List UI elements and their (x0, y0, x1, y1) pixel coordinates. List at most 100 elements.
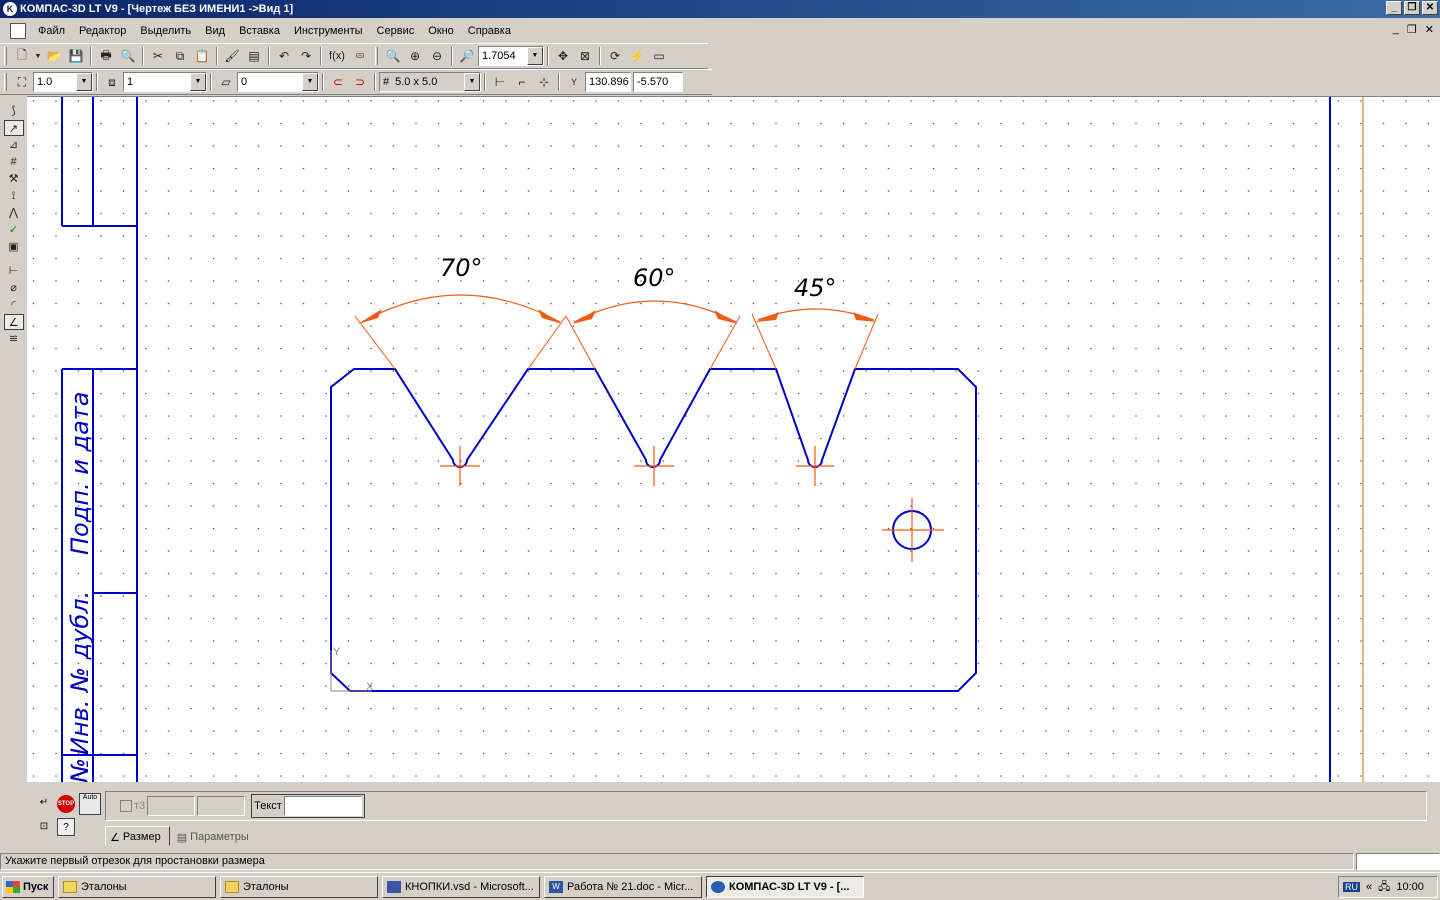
function-icon[interactable]: f(x) (326, 46, 348, 66)
start-button[interactable]: Пуск (2, 875, 54, 898)
stop-icon[interactable]: STOP (57, 795, 75, 813)
tab-dimension[interactable]: ∠ Размер (105, 826, 170, 846)
close-button[interactable]: ✕ (1422, 1, 1438, 15)
menu-edit[interactable]: Редактор (73, 25, 134, 37)
paste-icon[interactable]: 📋 (192, 46, 212, 66)
parametrization-tool-icon[interactable]: ⚒ (4, 171, 24, 187)
toolbar-grip[interactable] (4, 47, 7, 65)
chevron-down-icon[interactable]: ▼ (527, 47, 543, 65)
task-kompas[interactable]: КОМПАС-3D LT V9 - [... (706, 875, 864, 898)
menu-view[interactable]: Вид (199, 25, 233, 37)
coord-y-field[interactable]: -5.570 (633, 72, 683, 92)
view-icon[interactable]: ⧈ (102, 72, 122, 92)
line-style-combo[interactable]: 1.0 ▼ (33, 72, 93, 92)
chevron-down-icon[interactable]: ▼ (302, 73, 318, 91)
tab-parameters[interactable]: ▤ Параметры (172, 826, 258, 846)
ortho-icon[interactable]: ⌐ (512, 72, 532, 92)
angle-label-60[interactable]: 60° (633, 264, 676, 292)
geometry-tool-icon[interactable]: ⟆ (4, 103, 24, 119)
angle-label-45[interactable]: 45° (794, 274, 837, 302)
pan-icon[interactable]: ✥ (553, 46, 573, 66)
fit-all-icon[interactable]: ⊠ (575, 46, 595, 66)
restore-button[interactable]: ❐ (1404, 1, 1420, 15)
zoom-combo[interactable]: 1.7054 ▼ (478, 46, 544, 66)
language-indicator[interactable]: RU (1343, 882, 1360, 892)
menu-window[interactable]: Окно (422, 25, 462, 37)
enter-icon[interactable]: ↵ (35, 794, 53, 812)
help-icon[interactable]: ? (57, 818, 75, 836)
tray-chevron-icon[interactable]: « (1366, 881, 1372, 893)
mdi-restore-button[interactable]: ❐ (1407, 23, 1417, 36)
parametric-icon[interactable]: ⊹ (534, 72, 554, 92)
copy-icon[interactable]: ⧉ (170, 46, 190, 66)
zoom-in-icon[interactable]: 🔍 (383, 46, 403, 66)
text-input[interactable] (283, 796, 362, 816)
designations-tool-icon[interactable]: ⊿ (4, 137, 24, 153)
chevron-down-icon[interactable]: ▼ (76, 73, 92, 91)
mdi-close-button[interactable]: ✕ (1425, 23, 1434, 36)
dropdown-arrow-icon[interactable]: ▼ (34, 46, 42, 66)
zoom-scale-icon[interactable]: 🔎 (457, 46, 477, 66)
kompas-app-icon[interactable]: K (3, 2, 17, 16)
arc-length-dimension-icon[interactable]: ≌ (4, 331, 24, 347)
view-combo[interactable]: 1 ▼ (123, 72, 207, 92)
new-document-icon[interactable]: 🗋 (12, 46, 32, 66)
menu-select[interactable]: Выделить (134, 25, 199, 37)
menu-help[interactable]: Справка (462, 25, 519, 37)
radial-dimension-icon[interactable]: ◜ (4, 297, 24, 313)
help-pointer-icon[interactable]: ⮹ (350, 46, 370, 66)
minimize-button[interactable]: _ (1386, 1, 1402, 15)
select-tool-icon[interactable]: ⋀ (4, 205, 24, 221)
network-icon[interactable]: 🖧 (1378, 878, 1390, 897)
cut-icon[interactable]: ✂ (148, 46, 168, 66)
line-style-icon[interactable]: ⛶ (12, 72, 32, 92)
drawing-canvas[interactable]: Подп. и дата Инв. № дубл. № 70° 60° 45° … (27, 96, 1440, 782)
display-icon[interactable]: ▭ (649, 46, 669, 66)
editing-tool-icon[interactable]: # (4, 154, 24, 170)
measure-tool-icon[interactable]: ⟟ (4, 188, 24, 204)
dimensions-tool-icon[interactable]: ↗ (3, 119, 24, 136)
save-icon[interactable]: 💾 (66, 46, 86, 66)
chevron-down-icon[interactable]: ▼ (464, 73, 480, 91)
open-folder-icon[interactable]: 📂 (44, 46, 64, 66)
regenerate-icon[interactable]: ⚡ (627, 46, 647, 66)
toolbar-grip[interactable] (375, 47, 378, 65)
print-preview-icon[interactable]: 🔍 (118, 46, 138, 66)
linear-dimension-icon[interactable]: ⊢ (4, 263, 24, 279)
grid-combo[interactable]: # 5.0 x 5.0 ▼ (379, 72, 481, 92)
coord-x-field[interactable]: 130.896 (585, 72, 631, 92)
angular-dimension-icon[interactable]: ∠ (3, 314, 24, 330)
document-icon[interactable] (10, 22, 26, 39)
format-painter-icon[interactable]: 🖌 (222, 46, 242, 66)
redraw-icon[interactable]: ⟳ (605, 46, 625, 66)
menu-insert[interactable]: Вставка (233, 25, 288, 37)
mdi-minimize-button[interactable]: _ (1393, 23, 1399, 36)
undo-icon[interactable]: ↶ (274, 46, 294, 66)
snap-settings-icon[interactable]: ⊡ (35, 818, 53, 836)
t3-checkbox-icon[interactable] (120, 800, 132, 812)
zoom-out-icon[interactable]: ⊖ (427, 46, 447, 66)
auto-create-icon[interactable]: Auto (79, 793, 101, 815)
print-icon[interactable]: 🖶 (96, 46, 116, 66)
chevron-down-icon[interactable]: ▼ (190, 73, 206, 91)
task-word[interactable]: W Работа № 21.doc - Micr... (544, 875, 702, 898)
task-etalony-2[interactable]: Эталоны (220, 875, 378, 898)
task-visio[interactable]: КНОПКИ.vsd - Microsoft... (382, 875, 540, 898)
toolbar-grip[interactable] (4, 73, 7, 91)
local-cs-icon[interactable]: ⊢ (490, 72, 510, 92)
snap-magnet-icon[interactable]: ⊂ (328, 72, 348, 92)
task-etalony-1[interactable]: Эталоны (58, 875, 216, 898)
menu-file[interactable]: Файл (32, 25, 73, 37)
layer-combo[interactable]: 0 ▼ (237, 72, 319, 92)
menu-tools[interactable]: Инструменты (288, 25, 371, 37)
zoom-window-icon[interactable]: ⊕ (405, 46, 425, 66)
diameter-dimension-icon[interactable]: ⌀ (4, 280, 24, 296)
spec-tool-icon[interactable]: ✓ (4, 222, 24, 238)
angle-label-70[interactable]: 70° (440, 254, 483, 282)
local-snap-icon[interactable]: ⊃ (350, 72, 370, 92)
layer-icon[interactable]: ▱ (216, 72, 236, 92)
properties-icon[interactable]: ▤ (244, 46, 264, 66)
redo-icon[interactable]: ↷ (296, 46, 316, 66)
reports-tool-icon[interactable]: ▣ (4, 239, 24, 255)
drawing-svg[interactable]: Подп. и дата Инв. № дубл. № 70° 60° 45° … (27, 97, 1440, 782)
